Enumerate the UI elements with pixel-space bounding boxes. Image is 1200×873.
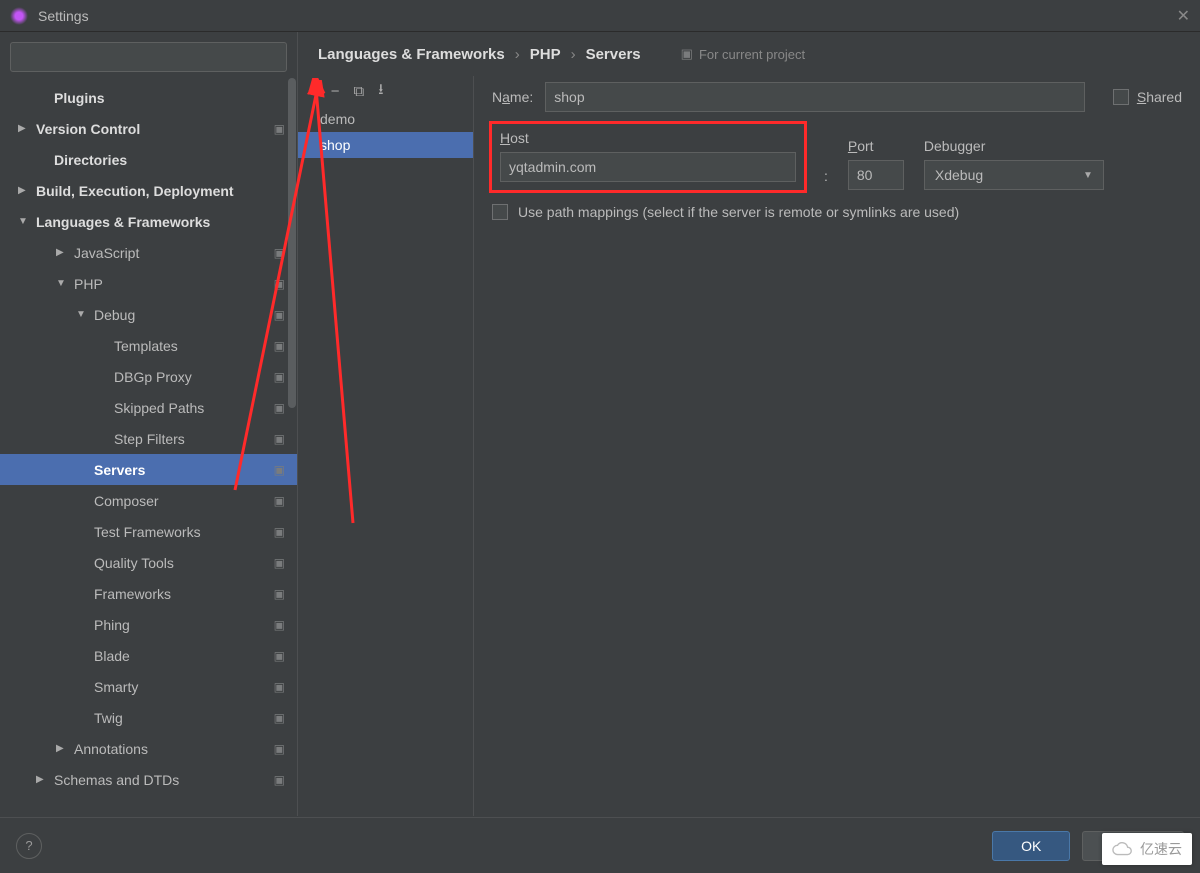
server-list-panel: + − ⧉ ⭳ demoshop (298, 76, 474, 816)
port-label: Port (848, 138, 904, 154)
dialog-footer: ? OK Cancel (0, 817, 1200, 873)
ok-button[interactable]: OK (992, 831, 1070, 861)
project-icon: ▣ (274, 432, 285, 446)
server-item-shop[interactable]: shop (298, 132, 473, 158)
name-label: Name: (492, 89, 533, 105)
path-mappings-label: Use path mappings (select if the server … (518, 204, 959, 220)
project-icon: ▣ (274, 587, 285, 601)
breadcrumb-item[interactable]: Languages & Frameworks (318, 46, 505, 63)
tree-item-javascript[interactable]: ▶JavaScript▣ (0, 237, 297, 268)
project-icon: ▣ (274, 680, 285, 694)
chevron-icon: ▼ (76, 309, 88, 320)
tree-item-servers[interactable]: Servers▣ (0, 454, 297, 485)
chevron-icon: ▶ (18, 185, 30, 196)
close-icon[interactable]: ✕ (1177, 6, 1190, 26)
project-icon: ▣ (274, 556, 285, 570)
tree-item-php[interactable]: ▼PHP▣ (0, 268, 297, 299)
shared-label[interactable]: Shared (1137, 89, 1182, 105)
tree-item-composer[interactable]: Composer▣ (0, 485, 297, 516)
tree-item-frameworks[interactable]: Frameworks▣ (0, 578, 297, 609)
settings-sidebar: Plugins▶Version Control▣Directories▶Buil… (0, 32, 298, 816)
tree-item-languages-frameworks[interactable]: ▼Languages & Frameworks (0, 206, 297, 237)
project-icon: ▣ (274, 618, 285, 632)
server-item-demo[interactable]: demo (298, 106, 473, 132)
tree-item-twig[interactable]: Twig▣ (0, 702, 297, 733)
chevron-right-icon: › (515, 46, 520, 63)
tree-item-blade[interactable]: Blade▣ (0, 640, 297, 671)
project-icon: ▣ (274, 277, 285, 291)
tree-item-version-control[interactable]: ▶Version Control▣ (0, 113, 297, 144)
titlebar: Settings ✕ (0, 0, 1200, 32)
project-icon: ▣ (274, 246, 285, 260)
tree-item-schemas-and-dtds[interactable]: ▶Schemas and DTDs▣ (0, 764, 297, 795)
tree-item-test-frameworks[interactable]: Test Frameworks▣ (0, 516, 297, 547)
for-current-project-label: ▣ For current project (681, 46, 806, 62)
tree-item-quality-tools[interactable]: Quality Tools▣ (0, 547, 297, 578)
watermark: 亿速云 (1102, 833, 1192, 865)
project-icon: ▣ (274, 308, 285, 322)
project-icon: ▣ (274, 742, 285, 756)
host-label: Host (500, 130, 796, 146)
project-icon: ▣ (274, 339, 285, 353)
app-icon (10, 7, 28, 25)
tree-item-directories[interactable]: Directories (0, 144, 297, 175)
host-input[interactable] (500, 152, 796, 182)
chevron-icon: ▶ (56, 743, 68, 754)
colon-separator: : (824, 168, 828, 190)
chevron-right-icon: › (571, 46, 576, 63)
chevron-icon: ▶ (18, 123, 30, 134)
breadcrumb: Languages & Frameworks › PHP › Servers ▣… (298, 32, 1200, 76)
name-input[interactable] (545, 82, 1085, 112)
tree-item-phing[interactable]: Phing▣ (0, 609, 297, 640)
project-icon: ▣ (681, 46, 693, 62)
debugger-label: Debugger (924, 138, 1104, 154)
tree-item-build-execution-deployment[interactable]: ▶Build, Execution, Deployment (0, 175, 297, 206)
project-icon: ▣ (274, 649, 285, 663)
project-icon: ▣ (274, 711, 285, 725)
tree-item-smarty[interactable]: Smarty▣ (0, 671, 297, 702)
shared-checkbox[interactable] (1113, 89, 1129, 105)
copy-button[interactable]: ⧉ (354, 83, 365, 100)
chevron-icon: ▼ (18, 216, 30, 227)
help-button[interactable]: ? (16, 833, 42, 859)
port-input[interactable] (848, 160, 904, 190)
breadcrumb-item[interactable]: PHP (530, 46, 561, 63)
tree-item-debug[interactable]: ▼Debug▣ (0, 299, 297, 330)
tree-item-skipped-paths[interactable]: Skipped Paths▣ (0, 392, 297, 423)
debugger-select[interactable]: Xdebug ▼ (924, 160, 1104, 190)
server-toolbar: + − ⧉ ⭳ (298, 76, 473, 106)
tree-item-annotations[interactable]: ▶Annotations▣ (0, 733, 297, 764)
window-title: Settings (38, 8, 89, 24)
breadcrumb-item[interactable]: Servers (586, 46, 641, 63)
import-button[interactable]: ⭳ (378, 79, 383, 104)
settings-tree: Plugins▶Version Control▣Directories▶Buil… (0, 78, 297, 816)
project-icon: ▣ (274, 463, 285, 477)
project-icon: ▣ (274, 773, 285, 787)
server-form: Name: Shared Host : Port (474, 76, 1200, 816)
chevron-icon: ▶ (56, 247, 68, 258)
content-area: Languages & Frameworks › PHP › Servers ▣… (298, 32, 1200, 816)
project-icon: ▣ (274, 370, 285, 384)
project-icon: ▣ (274, 525, 285, 539)
settings-search-input[interactable] (10, 42, 287, 72)
tree-item-templates[interactable]: Templates▣ (0, 330, 297, 361)
path-mappings-checkbox[interactable] (492, 204, 508, 220)
chevron-icon: ▶ (36, 774, 48, 785)
remove-button[interactable]: − (331, 83, 340, 100)
chevron-icon: ▼ (56, 278, 68, 289)
tree-item-step-filters[interactable]: Step Filters▣ (0, 423, 297, 454)
add-button[interactable]: + (308, 83, 317, 100)
cloud-icon (1112, 841, 1134, 857)
project-icon: ▣ (274, 401, 285, 415)
tree-item-dbgp-proxy[interactable]: DBGp Proxy▣ (0, 361, 297, 392)
tree-item-plugins[interactable]: Plugins (0, 82, 297, 113)
project-icon: ▣ (274, 122, 285, 136)
chevron-down-icon: ▼ (1083, 170, 1093, 181)
project-icon: ▣ (274, 494, 285, 508)
